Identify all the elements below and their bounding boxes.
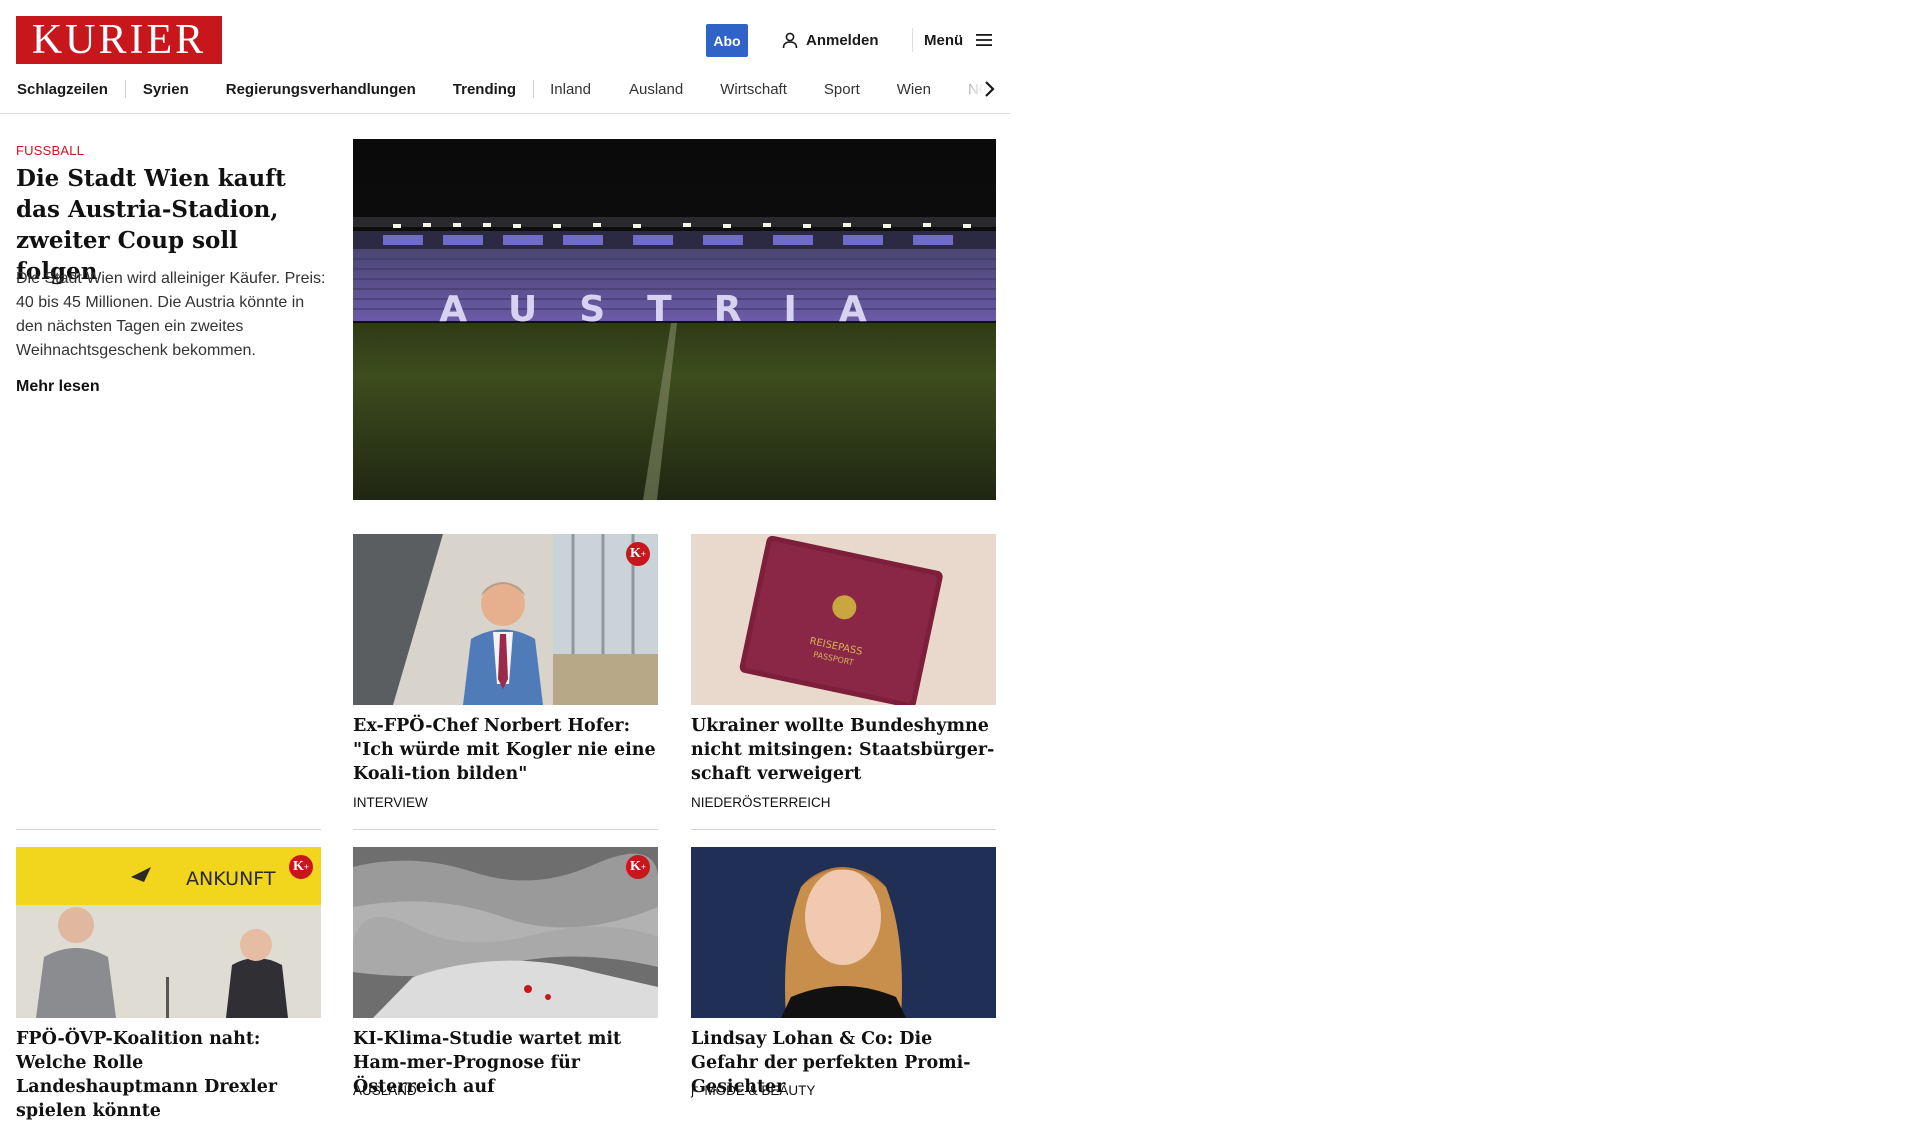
site-header: KURIER Abo Anmelden Menü Schlagzeilen Sy… [0,0,1010,114]
nav-separator [124,80,126,98]
card-image-drexler[interactable]: ANKUNFT K + [16,847,321,1018]
photo-passport: REISEPASS PASSPORT [691,534,996,705]
card-image-glacier[interactable]: K + [353,847,658,1018]
nav-item-syrien[interactable]: Syrien [143,81,189,98]
login-button[interactable]: Anmelden [782,28,879,52]
nav-separator [533,80,535,98]
airport-sign-text: ANKUNFT [186,868,276,890]
premium-badge-icon: K + [626,542,650,566]
photo-man-in-office [353,534,658,705]
divider [691,829,996,830]
abo-button[interactable]: Abo [706,24,748,57]
stadium-illustration: AUSTRIA [353,139,996,500]
menu-label: Menü [924,31,964,49]
card-image-hofer[interactable]: K + [353,534,658,705]
card-image-passport[interactable]: REISEPASS PASSPORT [691,534,996,705]
photo-glacier-covers [353,847,658,1018]
nav-item-ausland[interactable]: Ausland [629,81,683,98]
page: KURIER Abo Anmelden Menü Schlagzeilen Sy… [0,0,1010,1121]
photo-politicians-airport: ANKUNFT [16,847,321,1018]
photo-actress-portrait [691,847,996,1018]
premium-badge-icon: K + [289,855,313,879]
nav-scroll-right[interactable] [968,72,1010,106]
card-image-lohan[interactable] [691,847,996,1018]
nav-item-inland[interactable]: Inland [550,81,591,98]
nav-item-wirtschaft[interactable]: Wirtschaft [720,81,787,98]
nav-item-trending[interactable]: Trending [453,81,516,98]
lead-kicker[interactable]: FUSSBALL [16,143,84,158]
menu-button[interactable]: Menü [924,28,993,52]
nav-item-schlagzeilen[interactable]: Schlagzeilen [17,81,108,98]
card-kicker-label: MODE & BEAUTY [704,1083,816,1098]
lead-teaser: Die Stadt Wien wird alleiniger Käufer. P… [16,270,326,359]
card-headline[interactable]: FPÖ-ÖVP-Koalition naht: Welche Rolle Lan… [16,1027,321,1123]
divider [16,829,321,830]
divider [353,829,658,830]
hamburger-icon [976,34,993,46]
nav-item-regierungsverhandlungen[interactable]: Regierungsverhandlungen [226,81,416,98]
chevron-right-icon [985,81,995,97]
card-kicker[interactable]: INTERVIEW [353,795,428,810]
card-headline[interactable]: Ex-FPÖ-Chef Norbert Hofer: "Ich würde mi… [353,714,658,786]
card-kicker[interactable]: AUSLAND [353,1083,417,1098]
section-nav: Schlagzeilen Syrien Regierungsverhandlun… [0,72,1010,106]
nav-item-wien[interactable]: Wien [897,81,931,98]
premium-badge-icon: K + [626,855,650,879]
login-label: Anmelden [806,31,879,49]
card-headline[interactable]: Ukrainer wollte Bundeshymne nicht mitsin… [691,714,996,786]
header-divider [912,28,913,52]
card-kicker-mode[interactable]: ƒ MODE & BEAUTY [691,1083,815,1098]
card-kicker[interactable]: NIEDERÖSTERREICH [691,795,831,810]
user-icon [782,32,798,48]
kurier-logo[interactable]: KURIER [16,16,222,64]
hero-image-stadium[interactable]: AUSTRIA [353,139,996,500]
read-more-link[interactable]: Mehr lesen [16,378,100,396]
nav-item-sport[interactable]: Sport [824,81,860,98]
lipstick-icon: ƒ [691,1083,699,1098]
